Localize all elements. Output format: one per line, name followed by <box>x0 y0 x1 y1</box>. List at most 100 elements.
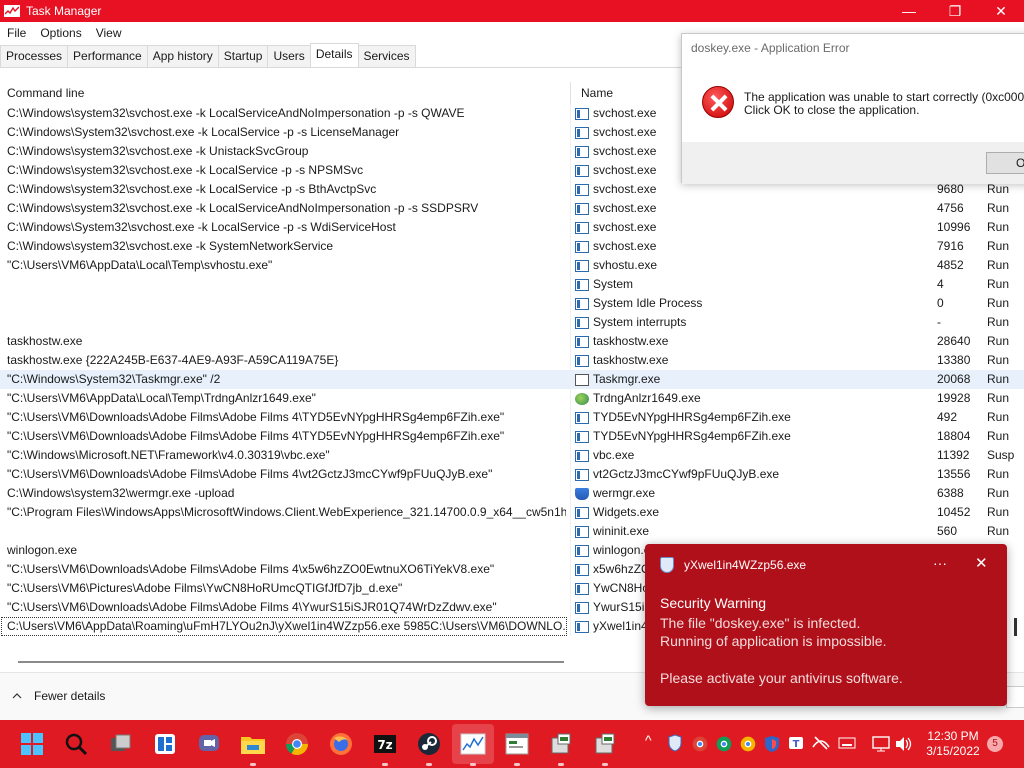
process-name: x5w6hzZO <box>593 562 651 576</box>
toast-heading: Security Warning <box>660 595 767 611</box>
status-cell: Run <box>987 391 1010 405</box>
keyboard-icon[interactable] <box>838 736 856 750</box>
vertical-scrollbar-thumb[interactable] <box>1014 618 1017 636</box>
installer-button-1[interactable] <box>546 729 576 766</box>
shield-icon <box>575 487 589 500</box>
notification-badge[interactable]: 5 <box>987 736 1003 752</box>
table-row[interactable]: "C:\Users\VM6\AppData\Local\Temp\svhostu… <box>0 256 1024 275</box>
table-row[interactable]: taskhostw.exe taskhostw.exe 28640 Run <box>0 332 1024 351</box>
tab-services[interactable]: Services <box>357 45 416 67</box>
table-row[interactable]: C:\Windows\system32\wermgr.exe -upload we… <box>0 484 1024 503</box>
volume-icon[interactable] <box>895 736 913 752</box>
column-divider <box>570 579 571 598</box>
command-line-cell: "C:\Windows\System32\Taskmgr.exe" /2 <box>7 372 221 386</box>
clock[interactable]: 12:30 PM 3/15/2022 <box>924 729 982 759</box>
teams-tray-icon[interactable]: T <box>788 735 804 751</box>
chrome-button[interactable] <box>282 729 312 759</box>
table-row[interactable]: C:\Windows\system32\svchost.exe -k Syste… <box>0 237 1024 256</box>
table-row[interactable]: C:\Windows\System32\svchost.exe -k Local… <box>0 218 1024 237</box>
file-explorer-button[interactable] <box>238 729 268 766</box>
toast-close-icon[interactable]: ✕ <box>975 554 988 572</box>
search-button[interactable] <box>61 729 91 759</box>
running-indicator <box>250 763 256 766</box>
scrollbar-thumb[interactable] <box>18 661 564 663</box>
table-row[interactable]: System interrupts - Run <box>0 313 1024 332</box>
chrome-tray-icon[interactable] <box>692 736 708 752</box>
name-cell: svchost.exe <box>575 219 930 236</box>
status-cell: Run <box>987 258 1010 272</box>
menu-file[interactable]: File <box>0 26 33 40</box>
command-line-cell: C:\Windows\system32\svchost.exe -k Local… <box>7 106 465 120</box>
chevron-up-icon <box>12 693 22 699</box>
table-row[interactable]: "C:\Users\VM6\Downloads\Adobe Films\Adob… <box>0 465 1024 484</box>
tab-details[interactable]: Details <box>309 43 359 67</box>
svg-text:7z: 7z <box>377 738 392 752</box>
defender-shield-icon[interactable] <box>668 734 682 752</box>
column-divider <box>570 218 571 237</box>
security-warning-toast[interactable]: yXwel1in4WZzp56.exe ··· ✕ Security Warni… <box>645 544 1007 706</box>
tab-app-history[interactable]: App history <box>146 45 219 67</box>
column-header-command-line[interactable]: Command line <box>7 86 84 100</box>
table-row[interactable]: System Idle Process 0 Run <box>0 294 1024 313</box>
table-row[interactable]: taskhostw.exe {222A245B-E637-4AE9-A93F-A… <box>0 351 1024 370</box>
start-button[interactable] <box>17 729 47 759</box>
tab-users[interactable]: Users <box>267 45 311 67</box>
installer-button-2[interactable] <box>590 729 620 766</box>
command-line-cell: "C:\Users\VM6\AppData\Local\Temp\svhostu… <box>7 258 273 272</box>
network-off-icon[interactable] <box>812 735 830 751</box>
column-divider <box>570 313 571 332</box>
table-row[interactable]: "C:\Windows\System32\Taskmgr.exe" /2 Task… <box>0 370 1024 389</box>
table-row[interactable]: "C:\Users\VM6\Downloads\Adobe Films\Adob… <box>0 408 1024 427</box>
show-hidden-icons-button[interactable]: ^ <box>645 732 652 748</box>
menu-view[interactable]: View <box>89 26 129 40</box>
tab-startup[interactable]: Startup <box>217 45 269 67</box>
column-divider <box>570 123 571 142</box>
table-row[interactable]: "C:\Users\VM6\Downloads\Adobe Films\Adob… <box>0 427 1024 446</box>
tab-performance[interactable]: Performance <box>67 45 148 67</box>
installer-icon <box>595 733 615 754</box>
task-view-button[interactable] <box>106 729 136 759</box>
maximize-button[interactable]: ❐ <box>932 0 978 22</box>
column-separator[interactable] <box>570 82 571 104</box>
7zip-button[interactable]: 7z <box>370 729 400 766</box>
toast-line-1: The file "doskey.exe" is infected. <box>660 615 861 631</box>
display-icon[interactable] <box>872 736 890 752</box>
widgets-button[interactable] <box>150 729 180 759</box>
process-icon <box>575 563 589 576</box>
app-window-icon <box>505 733 529 755</box>
name-cell: wininit.exe <box>575 523 930 540</box>
status-cell: Run <box>987 372 1010 386</box>
fewer-details-toggle[interactable]: Fewer details <box>12 689 105 703</box>
table-row[interactable]: "C:\Windows\Microsoft.NET\Framework\v4.0… <box>0 446 1024 465</box>
table-row[interactable]: "C:\Program Files\WindowsApps\MicrosoftW… <box>0 503 1024 522</box>
firefox-button[interactable] <box>326 729 356 759</box>
end-task-button[interactable] <box>1006 686 1024 708</box>
application-error-dialog: doskey.exe - Application Error The appli… <box>681 33 1024 184</box>
more-options-icon[interactable]: ··· <box>933 555 947 571</box>
status-cell: Run <box>987 505 1010 519</box>
teams-chat-button[interactable] <box>194 729 224 759</box>
table-row[interactable]: C:\Windows\system32\svchost.exe -k Local… <box>0 199 1024 218</box>
process-name: svchost.exe <box>593 144 657 158</box>
horizontal-scrollbar[interactable] <box>0 652 570 670</box>
search-icon <box>65 733 88 756</box>
ok-button[interactable]: O <box>986 152 1024 174</box>
chrome-tray-icon-2[interactable] <box>716 736 732 752</box>
column-divider <box>570 237 571 256</box>
minimize-button[interactable]: — <box>886 0 932 22</box>
close-button[interactable]: ✕ <box>978 0 1024 22</box>
process-icon <box>575 316 589 329</box>
app-window-button[interactable] <box>502 729 532 766</box>
menu-options[interactable]: Options <box>33 26 88 40</box>
tab-processes[interactable]: Processes <box>0 45 69 67</box>
command-line-cell: C:\Windows\system32\svchost.exe -k Unist… <box>7 144 309 158</box>
chrome-tray-icon-3[interactable] <box>740 736 756 752</box>
table-row[interactable]: System 4 Run <box>0 275 1024 294</box>
security-shield-tray-icon[interactable] <box>764 735 780 753</box>
column-header-name[interactable]: Name <box>581 86 613 100</box>
task-manager-taskbar-button[interactable] <box>458 729 488 766</box>
column-divider <box>570 541 571 560</box>
steam-button[interactable] <box>414 729 444 766</box>
table-row[interactable]: "C:\Users\VM6\AppData\Local\Temp\TrdngAn… <box>0 389 1024 408</box>
table-row[interactable]: wininit.exe 560 Run <box>0 522 1024 541</box>
